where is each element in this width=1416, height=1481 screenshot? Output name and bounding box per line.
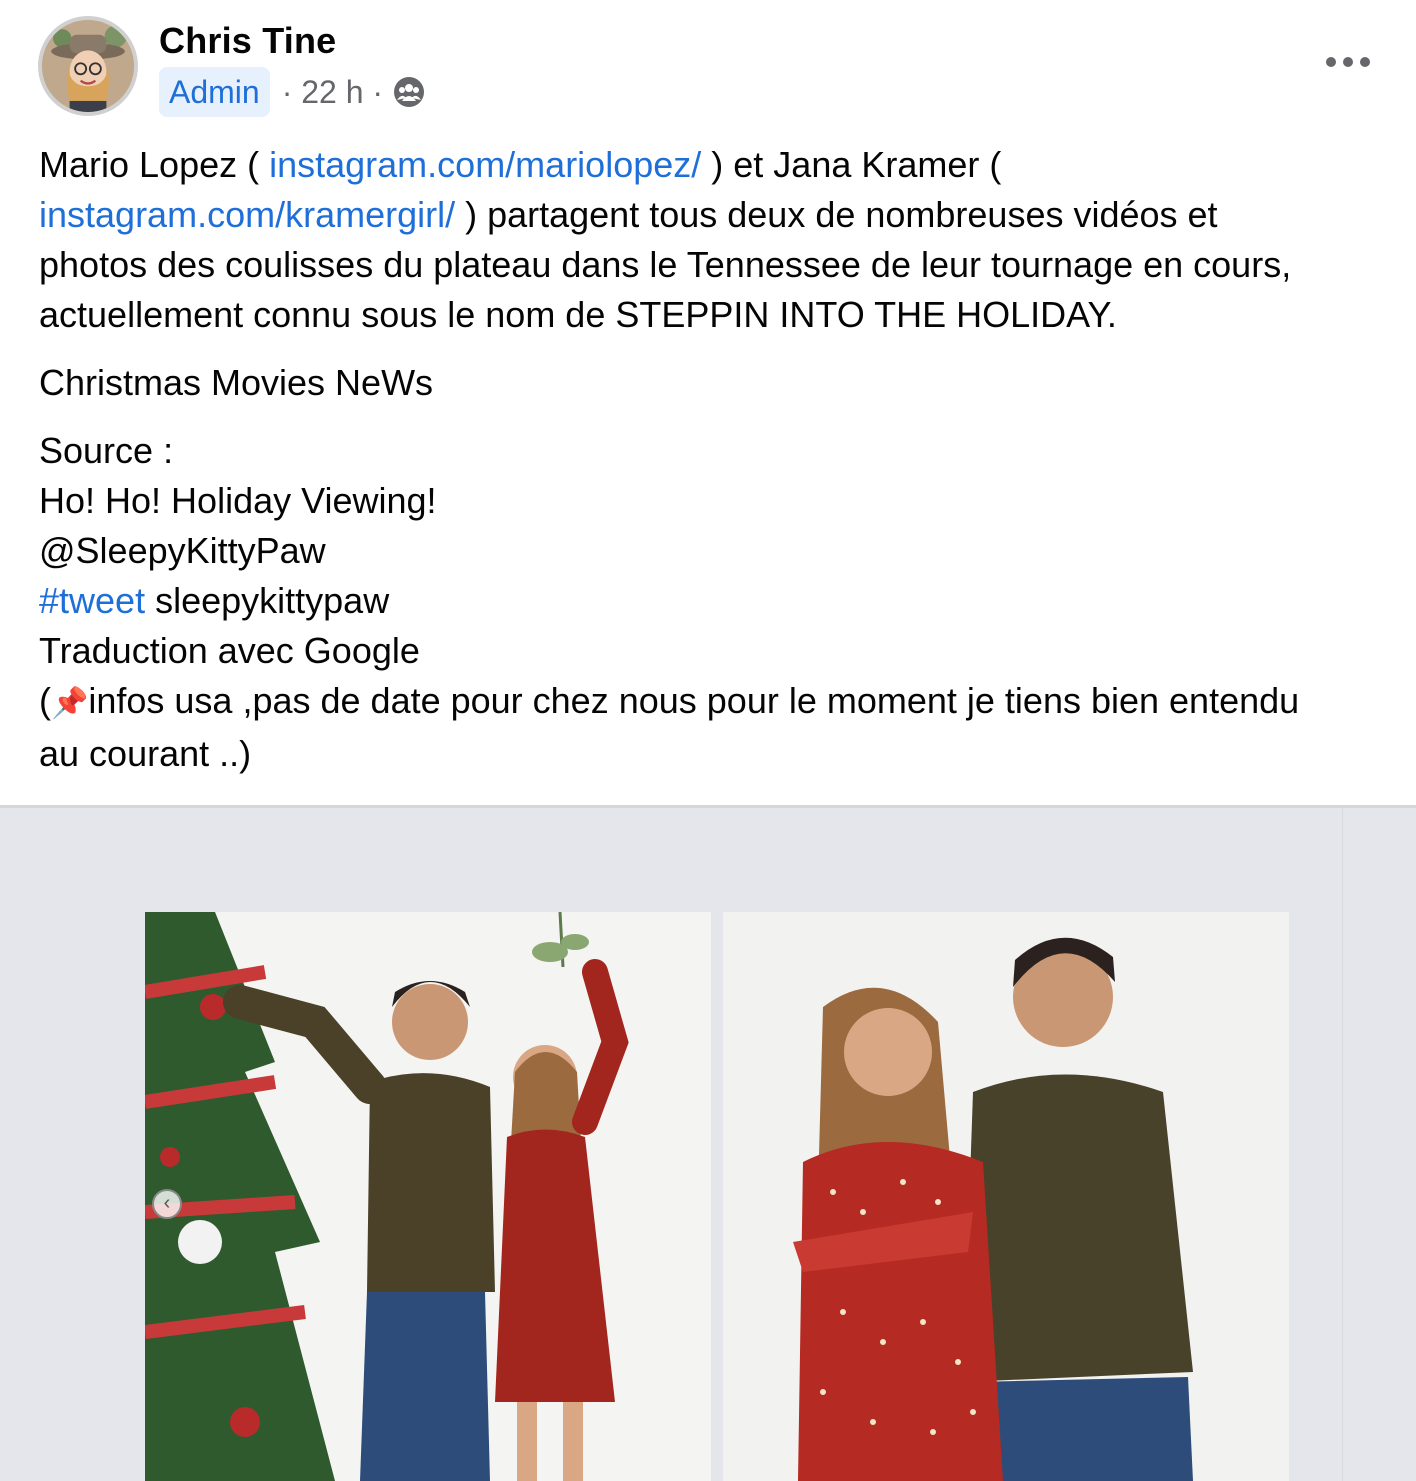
- source-label: Source :: [39, 430, 174, 471]
- avatar-image: [42, 20, 134, 112]
- text-fragment: sleepykittypaw: [145, 580, 390, 621]
- chevron-left-icon[interactable]: ‹: [152, 1189, 182, 1219]
- text-fragment: (: [39, 680, 51, 721]
- instagram-link-mariolopez[interactable]: instagram.com/mariolopez/: [269, 144, 701, 185]
- post-paragraph-2: Christmas Movies NeWs: [39, 362, 434, 403]
- post-paragraph-1: Mario Lopez ( instagram.com/mariolopez/ …: [39, 140, 1389, 340]
- author-name[interactable]: Chris Tine: [159, 20, 336, 62]
- text-line: #tweet sleepykittypaw: [39, 576, 1389, 626]
- photo-christmas-tree-couple[interactable]: [145, 912, 711, 1481]
- instagram-link-kramergirl[interactable]: instagram.com/kramergirl/: [39, 194, 455, 235]
- post-timestamp[interactable]: · 22 h ·: [282, 67, 383, 117]
- dot: [1343, 57, 1353, 67]
- dot: [1360, 57, 1370, 67]
- author-avatar[interactable]: [38, 16, 138, 116]
- text-fragment: infos usa ,pas de date pour chez nous po…: [88, 680, 1300, 721]
- translation-note: Traduction avec Google: [39, 630, 420, 671]
- text-line: instagram.com/kramergirl/ ) partagent to…: [39, 190, 1389, 240]
- text-line: photos des coulisses du plateau dans le …: [39, 244, 1292, 285]
- text-line: actuellement connu sous le nom de STEPPI…: [39, 294, 1117, 335]
- more-options-icon[interactable]: [1322, 44, 1374, 80]
- text-fragment: ) partagent tous deux de nombreuses vidé…: [455, 194, 1218, 235]
- post-header: Chris Tine Admin · 22 h ·: [0, 0, 1416, 130]
- dot: [1326, 57, 1336, 67]
- hashtag-tweet-link[interactable]: #tweet: [39, 580, 145, 621]
- text-line: au courant ..): [39, 733, 252, 774]
- photo-couple-portrait[interactable]: [723, 912, 1289, 1481]
- group-icon: [393, 76, 425, 108]
- pin-icon: 📌: [51, 687, 89, 720]
- text-line: Mario Lopez ( instagram.com/mariolopez/ …: [39, 140, 1389, 190]
- photo-image: [145, 912, 711, 1481]
- source-handle: @SleepyKittyPaw: [39, 530, 326, 571]
- post-meta: Admin · 22 h ·: [159, 67, 425, 117]
- source-name: Ho! Ho! Holiday Viewing!: [39, 480, 437, 521]
- facebook-post: Chris Tine Admin · 22 h · Mario Lopez (…: [0, 0, 1416, 1481]
- text-line: (📌infos usa ,pas de date pour chez nous …: [39, 676, 1389, 729]
- post-media[interactable]: ‹: [0, 808, 1416, 1481]
- text-fragment: ) et Jana Kramer (: [701, 144, 1002, 185]
- media-edge: [1342, 808, 1343, 1481]
- text-fragment: Mario Lopez (: [39, 144, 270, 185]
- admin-badge: Admin: [159, 67, 270, 117]
- post-text: Mario Lopez ( instagram.com/mariolopez/ …: [39, 140, 1389, 797]
- photo-image: [723, 912, 1289, 1481]
- post-paragraph-3: Source : Ho! Ho! Holiday Viewing! @Sleep…: [39, 426, 1389, 779]
